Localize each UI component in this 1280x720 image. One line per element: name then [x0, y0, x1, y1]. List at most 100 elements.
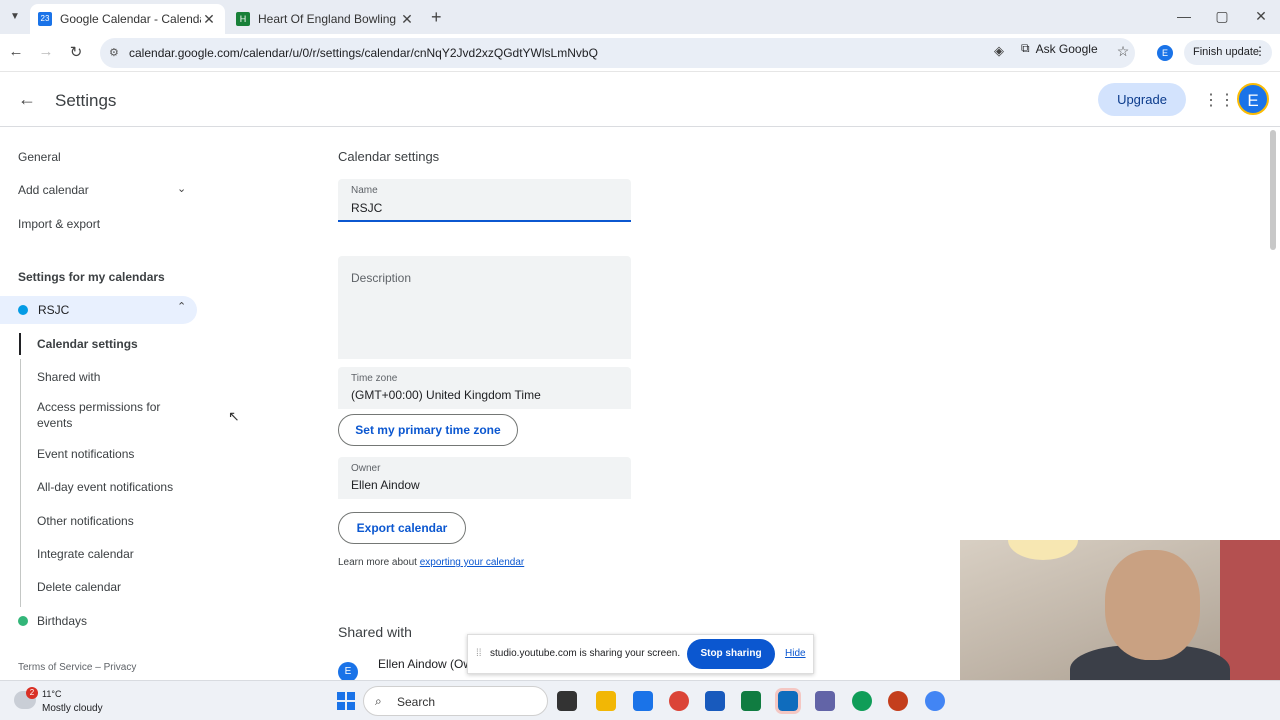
person-head	[1105, 550, 1200, 660]
exporting-calendar-link[interactable]: exporting your calendar	[420, 557, 525, 568]
submenu-line	[20, 359, 21, 607]
name-label: Name	[351, 185, 378, 196]
name-value: RSJC	[351, 201, 383, 215]
shared-with-title: Shared with	[338, 624, 412, 640]
search-icon: ⌕	[375, 694, 382, 708]
teams-icon[interactable]	[815, 691, 835, 711]
set-primary-timezone-button[interactable]: Set my primary time zone	[338, 414, 518, 446]
learn-more-text: Learn more about exporting your calendar	[338, 557, 524, 568]
chrome-alt-icon[interactable]	[925, 691, 945, 711]
chevron-down-icon[interactable]: ⌄	[177, 182, 186, 195]
site-info-icon[interactable]: ⚙	[109, 46, 119, 59]
outlook-icon[interactable]	[775, 688, 801, 714]
calendar-favicon-icon: 23	[38, 12, 52, 26]
sidebar-item-event-notifications[interactable]: Event notifications	[37, 446, 177, 462]
word-icon[interactable]	[705, 691, 725, 711]
account-avatar[interactable]: E	[1237, 83, 1269, 115]
description-field[interactable]: Description	[338, 256, 631, 359]
back-icon[interactable]: ←	[6, 43, 26, 63]
store-icon[interactable]	[633, 691, 653, 711]
chrome-icon[interactable]	[669, 691, 689, 711]
stop-sharing-button[interactable]: Stop sharing	[687, 639, 775, 669]
sidebar-item-integrate-calendar[interactable]: Integrate calendar	[37, 546, 177, 562]
birthdays-color-dot	[18, 616, 28, 626]
finish-update-button[interactable]: Finish update ⋮	[1184, 40, 1272, 65]
lens-icon[interactable]: ◈	[989, 43, 1009, 63]
description-placeholder: Description	[351, 271, 412, 285]
close-window-icon[interactable]: ✕	[1251, 8, 1271, 25]
minimize-icon[interactable]: —	[1174, 8, 1194, 24]
page-scrollbar[interactable]	[1270, 130, 1276, 250]
curtain	[1220, 540, 1280, 681]
finish-update-label: Finish update	[1193, 46, 1260, 58]
address-bar[interactable]: ⚙ calendar.google.com/calendar/u/0/r/set…	[100, 38, 1135, 68]
tab-title: Heart Of England Bowling Leag	[258, 12, 399, 26]
sidebar-item-access-permissions[interactable]: Access permissions for events	[37, 399, 177, 431]
sidebar-item-other-notifications[interactable]: Other notifications	[37, 513, 177, 529]
new-tab-button[interactable]: +	[431, 7, 442, 28]
sidebar-item-general[interactable]: General	[18, 150, 61, 164]
settings-sidebar: General Add calendar ⌄ Import & export S…	[0, 127, 300, 680]
timezone-field[interactable]: Time zone (GMT+00:00) United Kingdom Tim…	[338, 367, 631, 409]
sidebar-item-allday-notifications[interactable]: All-day event notifications	[37, 479, 177, 495]
calendar-name-label: RSJC	[38, 303, 70, 317]
weather-description[interactable]: Mostly cloudy	[42, 703, 103, 714]
maximize-icon[interactable]: ▢	[1212, 8, 1232, 25]
calendar-color-dot	[18, 305, 28, 315]
owner-value: Ellen Aindow	[351, 478, 420, 492]
excel-icon[interactable]	[741, 691, 761, 711]
export-calendar-button[interactable]: Export calendar	[338, 512, 466, 544]
shared-person-name: Ellen Aindow (Ow	[378, 657, 473, 671]
section-title: Calendar settings	[338, 149, 440, 164]
tab-title: Google Calendar - Calendar se	[60, 12, 201, 26]
hide-share-bar-link[interactable]: Hide	[785, 648, 806, 659]
ask-google-label: Ask Google	[1035, 41, 1098, 56]
browser-profile-avatar[interactable]: E	[1157, 45, 1173, 61]
task-view-icon[interactable]	[557, 691, 577, 711]
weather-alert-badge: 2	[26, 687, 38, 699]
forward-icon[interactable]: →	[36, 43, 56, 63]
powerpoint-icon[interactable]	[888, 691, 908, 711]
weather-temperature[interactable]: 11°C	[42, 689, 61, 699]
learn-more-prefix: Learn more about	[338, 557, 420, 568]
reload-icon[interactable]: ↻	[66, 43, 86, 63]
sidebar-item-birthdays[interactable]: Birthdays	[37, 613, 177, 629]
chevron-up-icon[interactable]: ⌃	[177, 300, 186, 313]
more-menu-icon[interactable]: ⋮	[1254, 44, 1266, 58]
sidebar-item-delete-calendar[interactable]: Delete calendar	[37, 579, 177, 595]
back-arrow-icon[interactable]: ←	[18, 89, 36, 110]
settings-header: ← Settings Upgrade ⋮⋮⋮ E	[0, 72, 1280, 127]
ask-google-button[interactable]: ⧉ Ask Google	[1021, 41, 1098, 56]
tab-search-icon[interactable]: ▼	[6, 8, 24, 26]
upgrade-button[interactable]: Upgrade	[1098, 83, 1186, 116]
chrome-profile-icon[interactable]	[852, 691, 872, 711]
owner-label: Owner	[351, 463, 381, 474]
timezone-label: Time zone	[351, 373, 398, 384]
taskbar-search[interactable]: ⌕ Search	[363, 686, 548, 716]
footer-links[interactable]: Terms of Service – Privacy	[18, 662, 136, 673]
mouse-cursor-icon: ↖	[228, 408, 240, 424]
ask-google-icon: ⧉	[1021, 41, 1030, 55]
drag-handle-icon[interactable]: ⁞⁞	[476, 648, 482, 659]
tab-google-calendar[interactable]: 23 Google Calendar - Calendar se ✕	[30, 4, 225, 34]
windows-start-icon[interactable]	[337, 692, 355, 710]
sidebar-item-import-export[interactable]: Import & export	[18, 217, 100, 231]
browser-tabstrip: ▼ 23 Google Calendar - Calendar se ✕ H H…	[0, 0, 1280, 34]
sidebar-item-add-calendar[interactable]: Add calendar	[18, 183, 89, 197]
file-explorer-icon[interactable]	[596, 691, 616, 711]
sidebar-item-shared-with[interactable]: Shared with	[37, 369, 177, 385]
my-calendars-heading: Settings for my calendars	[18, 270, 165, 284]
sidebar-item-calendar-settings[interactable]: Calendar settings	[37, 336, 177, 352]
share-message: studio.youtube.com is sharing your scree…	[490, 648, 681, 659]
tab-bowling-league[interactable]: H Heart Of England Bowling Leag ✕	[228, 4, 423, 34]
bookmark-star-icon[interactable]: ☆	[1113, 43, 1133, 63]
close-tab-icon[interactable]: ✕	[399, 11, 415, 28]
windows-taskbar: 2 11°C Mostly cloudy ⌕ Search	[0, 680, 1280, 720]
sidebar-item-rsjc[interactable]: RSJC ⌃	[0, 296, 197, 324]
screen-share-bar: ⁞⁞ studio.youtube.com is sharing your sc…	[467, 634, 814, 674]
close-tab-icon[interactable]: ✕	[201, 11, 217, 28]
sheets-favicon-icon: H	[236, 12, 250, 26]
name-field[interactable]: Name RSJC	[338, 179, 631, 222]
page-title: Settings	[55, 91, 117, 110]
lamp-light	[1008, 540, 1078, 560]
